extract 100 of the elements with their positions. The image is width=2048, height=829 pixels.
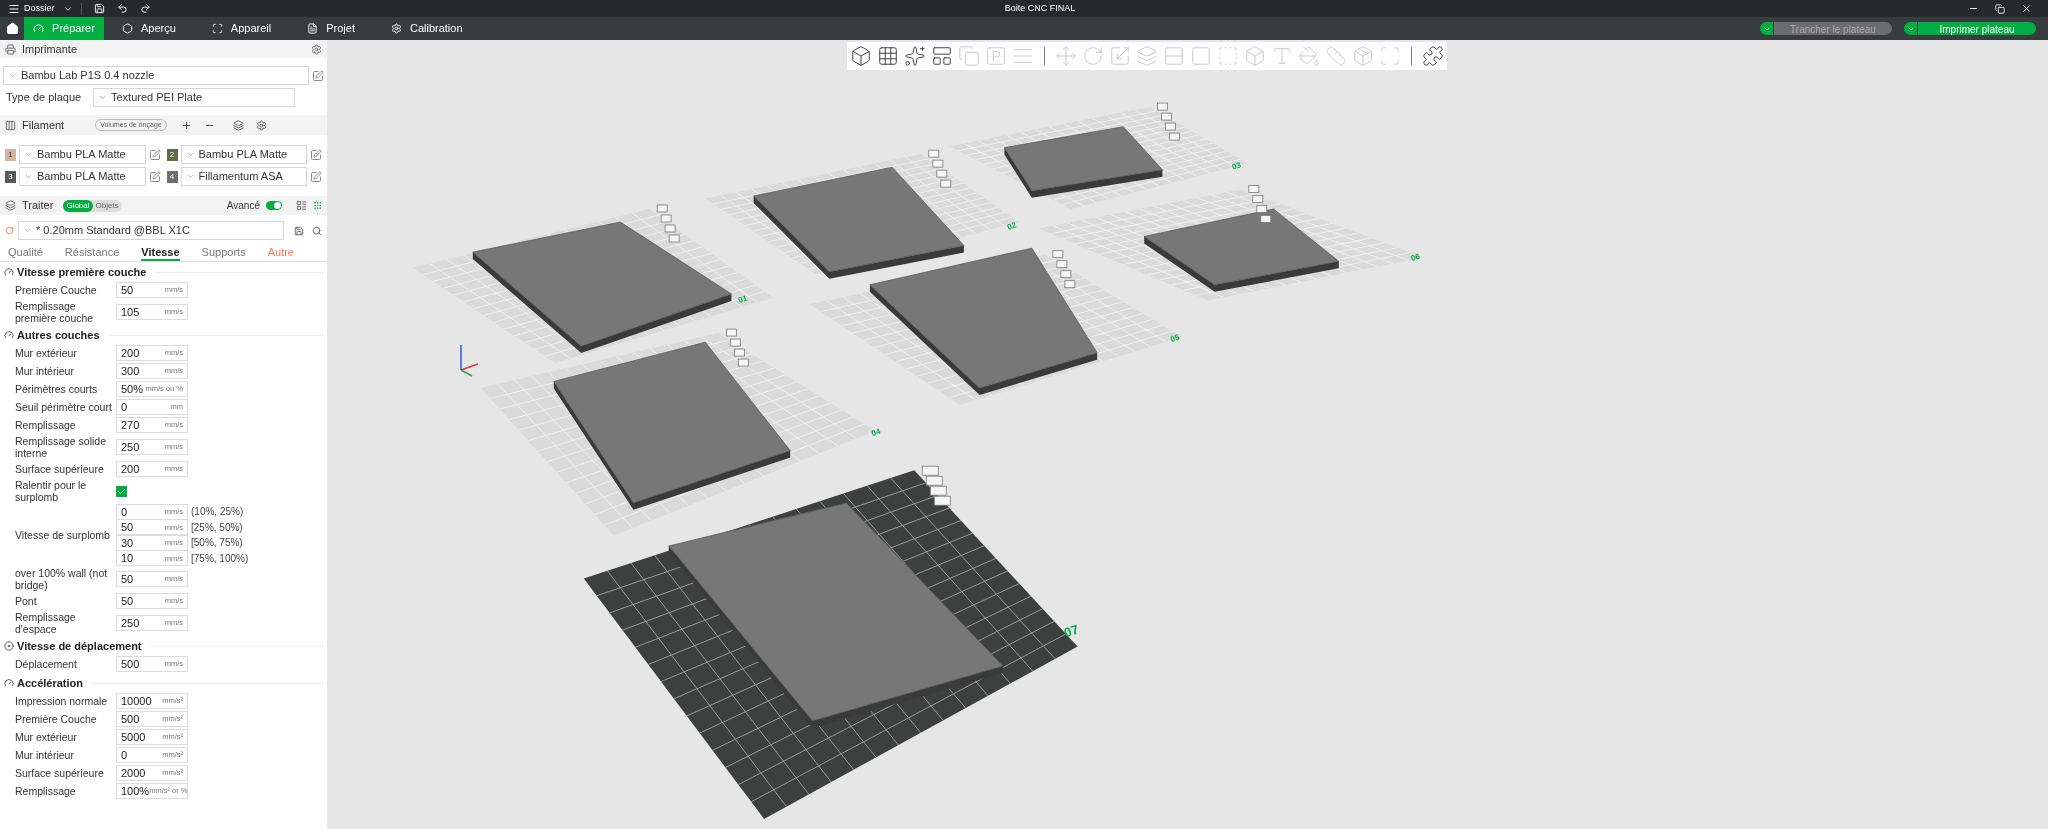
build-plate-drawing[interactable] — [583, 465, 1078, 819]
filament-dropdown[interactable]: Bambu PLA Matte — [180, 145, 307, 164]
edit-icon[interactable] — [312, 69, 324, 82]
field-label: Type de plaque — [6, 90, 81, 106]
edit-icon[interactable] — [148, 148, 161, 161]
nav-tab[interactable]: Appareil — [193, 17, 290, 40]
checkbox[interactable] — [116, 485, 127, 497]
chevron-icon — [8, 71, 17, 80]
section-heading: Accélération — [17, 675, 84, 691]
gauge-icon — [4, 330, 14, 340]
disc-icon — [4, 641, 14, 651]
chevron-icon — [98, 93, 107, 102]
advanced-label: Avancé — [226, 199, 260, 213]
advanced-switch[interactable] — [266, 201, 282, 210]
edit-icon[interactable] — [310, 148, 322, 161]
setting-label: Remplissage première couche — [15, 300, 95, 324]
setting-label: Mur extérieur — [15, 731, 78, 743]
window-title: Boite CNC FINAL — [1004, 1, 1076, 15]
filament-color-swatch[interactable]: 4 — [166, 170, 178, 183]
undo-icon[interactable] — [116, 3, 128, 14]
layout-icon[interactable] — [931, 45, 953, 67]
filament-dropdown[interactable]: Bambu PLA Matte — [19, 145, 146, 164]
section-title: Filament — [22, 117, 65, 133]
settings-tab[interactable]: Qualité — [8, 244, 43, 261]
hexagon-icon — [122, 23, 133, 34]
plate-number: 02 — [1006, 220, 1018, 232]
setting-label: Remplissage solide interne — [15, 435, 108, 459]
setting-label: Déplacement — [15, 658, 78, 670]
range-label: [50%, 75%) — [191, 536, 243, 551]
scope-option[interactable]: Objets — [92, 199, 122, 212]
build-plate-drawing[interactable] — [1038, 185, 1424, 301]
chevron-icon — [24, 172, 33, 181]
nav-tab[interactable]: Calibration — [372, 17, 481, 40]
close-icon[interactable] — [2021, 3, 2032, 14]
setting-label: over 100% wall (not bridge) — [15, 567, 109, 591]
dropdown-arrow-button[interactable] — [1760, 22, 1773, 35]
restore-icon[interactable] — [1995, 3, 2005, 14]
printer-dropdown[interactable]: Bambu Lab P1S 0.4 nozzle — [3, 66, 309, 85]
settings-icon[interactable] — [255, 119, 267, 131]
setting-label: Impression normale — [15, 695, 109, 707]
cube-icon[interactable] — [850, 45, 872, 67]
plate-number: 06 — [1409, 251, 1421, 264]
nav-tab[interactable]: Projet — [289, 17, 373, 40]
layers-icon[interactable] — [232, 119, 244, 131]
settings-icon[interactable] — [311, 43, 322, 55]
build-plate-drawing[interactable] — [949, 102, 1248, 209]
menu-icon — [8, 2, 20, 15]
section-heading: Autres couches — [17, 327, 100, 343]
chevron-icon — [23, 226, 32, 235]
check-icon — [117, 486, 126, 496]
settings-tab[interactable]: Supports — [201, 244, 246, 261]
plus-icon[interactable] — [180, 119, 192, 131]
printer-icon — [5, 43, 16, 55]
search-icon[interactable] — [312, 225, 322, 236]
list-icon[interactable] — [296, 200, 307, 211]
filament-dropdown[interactable]: Fillamentum ASA — [180, 167, 307, 186]
filament-color-swatch[interactable]: 1 — [5, 148, 16, 161]
setting-label: Périmètres courts — [15, 383, 99, 395]
plate-number: 07 — [1062, 621, 1081, 641]
gauge-icon — [33, 23, 45, 34]
redo-icon[interactable] — [139, 3, 151, 14]
filament-color-swatch[interactable]: 3 — [5, 170, 16, 183]
process-preset-dropdown[interactable]: * 0.20mm Standard @BBL X1C — [18, 221, 284, 240]
sparkle-icon[interactable] — [904, 45, 926, 67]
edit-icon[interactable] — [310, 170, 322, 183]
refresh-icon[interactable] — [5, 226, 14, 235]
build-plate-drawing[interactable] — [705, 149, 1019, 279]
setting-label: Seuil périmètre court — [15, 401, 113, 413]
dots-icon[interactable] — [313, 201, 322, 210]
filament-dropdown[interactable]: Bambu PLA Matte — [19, 167, 146, 186]
plate-type-dropdown[interactable]: Textured PEI Plate — [93, 88, 295, 107]
puzzle-icon[interactable] — [1422, 45, 1444, 67]
plate-number: 01 — [737, 293, 749, 305]
setting-label: Première Couche — [15, 284, 98, 296]
build-plate-drawing[interactable] — [809, 247, 1183, 405]
setting-label: Remplissage — [15, 419, 77, 431]
setting-label: Surface supérieure — [15, 767, 105, 779]
setting-label: Mur intérieur — [15, 365, 75, 377]
settings-tab[interactable]: Résistance — [64, 244, 120, 261]
setting-label: Pont — [15, 595, 38, 607]
section-heading: Vitesse première couche — [17, 264, 147, 280]
home-icon[interactable] — [5, 22, 19, 35]
chevron-icon — [24, 150, 33, 159]
plate-number: 04 — [870, 426, 882, 439]
section-title: Imprimante — [22, 41, 78, 57]
range-label: [25%, 50%) — [191, 520, 243, 535]
setting-label: Remplissage — [15, 785, 77, 797]
dropdown-arrow-button[interactable] — [1904, 22, 1917, 35]
menu-button[interactable]: Dossier — [8, 1, 73, 16]
nav-tab[interactable]: Aperçu — [104, 17, 194, 40]
settings-icon — [390, 23, 402, 34]
edit-icon[interactable] — [148, 170, 161, 183]
document-icon — [307, 23, 319, 34]
setting-label: Mur extérieur — [15, 347, 78, 359]
plate-number: 05 — [1169, 332, 1181, 345]
gauge-icon — [4, 678, 14, 688]
setting-label: Surface supérieure — [15, 463, 105, 475]
settings-tab[interactable]: Vitesse — [141, 244, 180, 261]
grid-icon[interactable] — [877, 45, 899, 67]
filament-color-swatch[interactable]: 2 — [166, 148, 178, 161]
